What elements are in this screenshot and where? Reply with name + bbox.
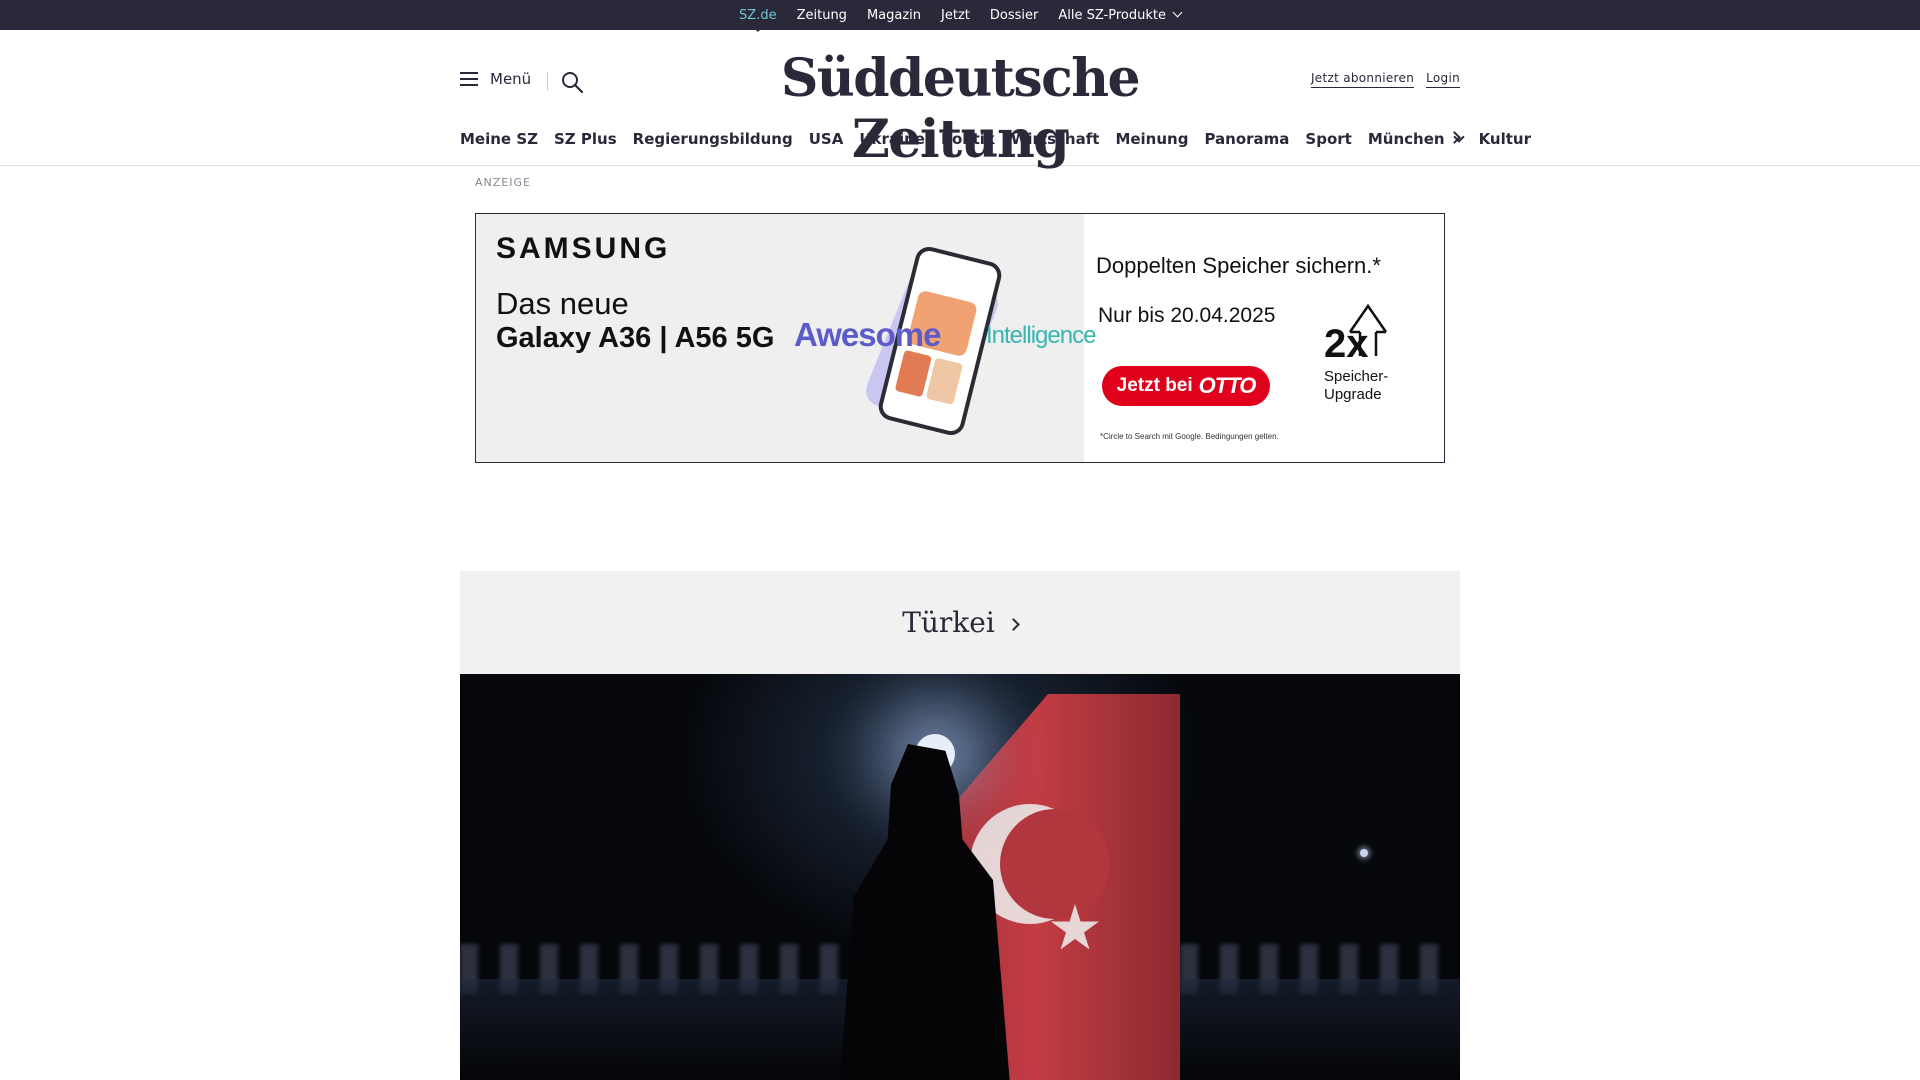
header-divider — [547, 72, 548, 90]
ad-date-text: Nur bis 20.04.2025 — [1098, 304, 1276, 327]
nav-item-politik[interactable]: Politik — [933, 130, 1003, 148]
search-button[interactable] — [560, 70, 584, 94]
nav-scroll-right-button[interactable] — [1448, 131, 1461, 144]
nav-item-sport[interactable]: Sport — [1297, 130, 1359, 148]
chevron-right-icon — [1448, 131, 1461, 144]
chevron-right-icon — [1006, 618, 1020, 631]
ad-cta-button[interactable]: Jetzt bei OTTO — [1102, 366, 1270, 406]
chevron-down-icon — [1172, 7, 1183, 17]
nav-item-meinung[interactable]: Meinung — [1107, 130, 1196, 148]
topbar-link-dossier[interactable]: Dossier — [990, 8, 1038, 23]
nav-item-sz-plus[interactable]: SZ Plus — [546, 130, 625, 148]
section-header-link[interactable]: Türkei — [460, 571, 1460, 674]
distant-light — [1360, 849, 1368, 857]
topbar-link-szde[interactable]: SZ.de — [739, 8, 777, 32]
topbar-products-dropdown[interactable]: Alle SZ-Produkte — [1058, 7, 1183, 23]
ad-label: ANZEIGE — [475, 176, 531, 189]
nav-item-wirtschaft[interactable]: Wirtschaft — [1003, 130, 1108, 148]
topbar-link-zeitung[interactable]: Zeitung — [797, 8, 847, 23]
site-header: Menü Süddeutsche Zeitung Jetzt abonniere… — [0, 30, 1920, 170]
nav-item-kultur[interactable]: Kultur — [1471, 130, 1539, 148]
products-label: Alle SZ-Produkte — [1058, 7, 1166, 23]
service-bar: SZ.de Zeitung Magazin Jetzt Dossier Alle… — [0, 0, 1920, 32]
topbar-link-jetzt[interactable]: Jetzt — [941, 8, 970, 23]
nav-item-panorama[interactable]: Panorama — [1196, 130, 1297, 148]
ad-badge-2x: 2x — [1324, 322, 1369, 366]
ad-product-panel: SAMSUNG Das neue Galaxy A36 | A56 5G Awe… — [476, 214, 1096, 462]
ad-tagline: Doppelten Speicher sichern.* — [1096, 253, 1381, 278]
nav-item-meine-sz[interactable]: Meine SZ — [460, 130, 546, 148]
ad-brand-logo: SAMSUNG — [496, 232, 671, 265]
ad-banner[interactable]: SAMSUNG Das neue Galaxy A36 | A56 5G Awe… — [475, 213, 1445, 463]
flag-crescent-cut — [1000, 809, 1110, 919]
ad-word-intelligence: Intelligence — [986, 322, 1096, 349]
subscribe-link[interactable]: Jetzt abonnieren — [1310, 71, 1415, 88]
nav-item-muenchen-label: München — [1367, 130, 1445, 148]
search-icon — [562, 72, 584, 94]
ad-headline-line1: Das neue — [496, 286, 629, 321]
section-title: Türkei — [902, 606, 995, 639]
nav-item-ukraine[interactable]: Ukraine — [851, 130, 933, 148]
ad-word-awesome: Awesome — [794, 316, 941, 353]
hero-image[interactable] — [460, 674, 1460, 1080]
topbar-link-magazin[interactable]: Magazin — [867, 8, 921, 23]
site-logo[interactable]: Süddeutsche Zeitung — [720, 48, 1200, 170]
ad-headline-line2: Galaxy A36 | A56 5G — [496, 322, 775, 354]
otto-logo: OTTO — [1198, 373, 1257, 398]
ad-badge-text: Speicher-Upgrade — [1324, 368, 1389, 403]
ad-cta-label: Jetzt bei — [1116, 375, 1193, 396]
menu-label: Menü — [490, 70, 532, 88]
hamburger-icon — [460, 72, 478, 86]
menu-button[interactable]: Menü — [460, 70, 531, 88]
nav-item-regierungsbildung[interactable]: Regierungsbildung — [625, 130, 801, 148]
ad-fineprint: *Circle to Search mit Google. Bedingunge… — [1100, 432, 1279, 441]
main-nav: Meine SZ SZ Plus Regierungsbildung USA U… — [460, 130, 1531, 148]
account-links: Jetzt abonnieren Login — [1310, 71, 1460, 88]
login-link[interactable]: Login — [1426, 71, 1460, 88]
nav-item-usa[interactable]: USA — [801, 130, 852, 148]
